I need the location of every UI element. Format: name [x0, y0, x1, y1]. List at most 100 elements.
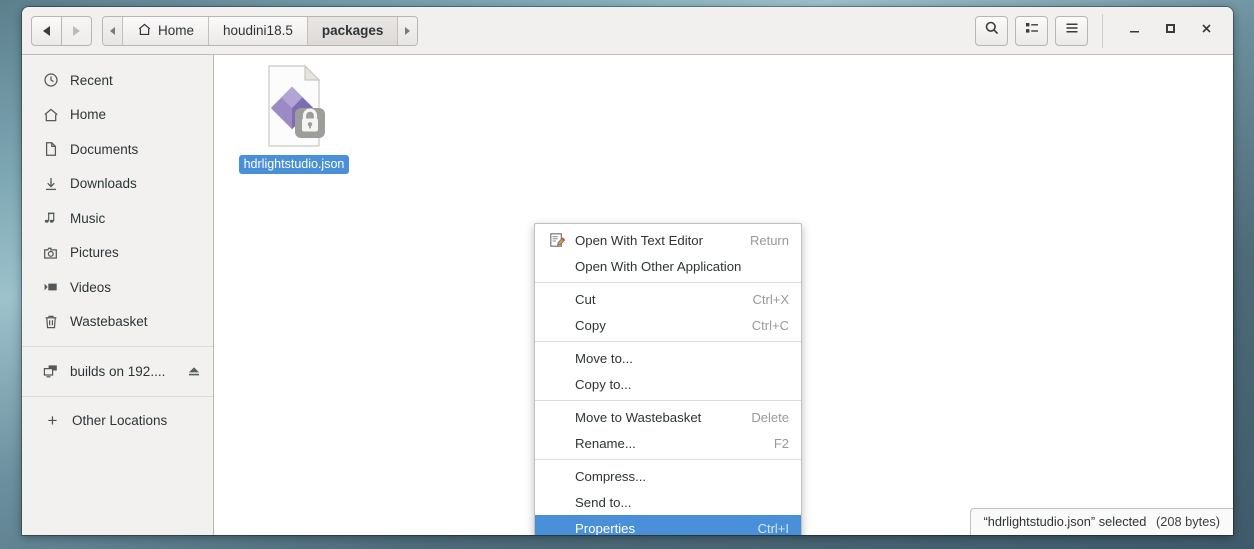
sidebar-item-videos[interactable]: Videos — [22, 270, 213, 305]
menu-item-properties[interactable]: Properties Ctrl+I — [535, 515, 801, 535]
menu-item-label: Open With Text Editor — [575, 232, 704, 248]
menu-item-accel: Ctrl+C — [751, 317, 789, 333]
breadcrumb-scroll-right[interactable] — [398, 16, 418, 45]
breadcrumb-label: Home — [158, 23, 195, 38]
camera-icon — [42, 244, 59, 261]
music-note-icon — [42, 210, 59, 227]
menu-item-label: Cut — [575, 291, 596, 307]
breadcrumb-item-home[interactable]: Home — [123, 16, 210, 45]
sidebar-item-other-locations[interactable]: + Other Locations — [22, 404, 213, 439]
menu-item-copy[interactable]: Copy Ctrl+C — [535, 312, 801, 338]
list-view-icon — [1024, 20, 1040, 41]
menu-item-rename[interactable]: Rename... F2 — [535, 430, 801, 456]
sidebar-item-music[interactable]: Music — [22, 201, 213, 236]
menu-item-send-to[interactable]: Send to... — [535, 489, 801, 515]
menu-item-label: Compress... — [575, 468, 647, 484]
breadcrumb-scroll-left[interactable] — [103, 16, 123, 45]
sidebar-item-label: Home — [70, 107, 107, 123]
window-body: Recent Home Documents Downloads Music Pi… — [22, 55, 1233, 535]
sidebar-item-label: Wastebasket — [70, 314, 148, 330]
file-manager-window: Home houdini18.5 packages Recent Home Do… — [22, 7, 1233, 535]
home-icon — [42, 106, 59, 123]
menu-item-move-to[interactable]: Move to... — [535, 345, 801, 371]
status-bar: “hdrlightstudio.json” selected (208 byte… — [969, 508, 1233, 535]
menu-item-open-with-text-editor[interactable]: Open With Text Editor Return — [535, 227, 801, 253]
hamburger-icon — [1064, 20, 1080, 41]
menu-item-accel: Ctrl+I — [757, 520, 789, 536]
maximize-button[interactable] — [1152, 14, 1188, 48]
plus-icon: + — [47, 410, 58, 430]
forward-button[interactable] — [61, 15, 92, 46]
sidebar-item-pictures[interactable]: Pictures — [22, 236, 213, 271]
close-button[interactable] — [1188, 14, 1224, 48]
menu-item-cut[interactable]: Cut Ctrl+X — [535, 286, 801, 312]
home-icon — [137, 22, 152, 40]
search-button[interactable] — [975, 15, 1008, 46]
menu-item-accel: Delete — [751, 409, 789, 425]
sidebar-item-home[interactable]: Home — [22, 98, 213, 133]
json-file-icon — [259, 63, 329, 149]
menu-item-label: Move to... — [575, 350, 633, 366]
menu-item-copy-to[interactable]: Copy to... — [535, 371, 801, 397]
sidebar-item-label: builds on 192.... — [70, 363, 166, 379]
search-icon — [984, 20, 1000, 41]
sidebar-item-wastebasket[interactable]: Wastebasket — [22, 305, 213, 340]
sidebar-item-label: Pictures — [70, 245, 119, 261]
menu-item-move-to-wastebasket[interactable]: Move to Wastebasket Delete — [535, 404, 801, 430]
sidebar-item-label: Recent — [70, 72, 113, 88]
sidebar-item-recent[interactable]: Recent — [22, 63, 213, 98]
breadcrumb-label: houdini18.5 — [223, 23, 293, 38]
clock-icon — [42, 72, 59, 89]
lock-icon — [295, 108, 325, 138]
close-icon — [1200, 22, 1213, 40]
breadcrumb-label: packages — [321, 23, 384, 38]
text-editor-icon — [547, 232, 567, 248]
minimize-icon — [1128, 22, 1141, 40]
file-view[interactable]: hdrlightstudio.json Open With Text Edito… — [214, 55, 1233, 535]
navigation-buttons — [31, 15, 92, 46]
file-item[interactable]: hdrlightstudio.json — [238, 63, 350, 174]
sidebar-item-downloads[interactable]: Downloads — [22, 167, 213, 202]
menu-item-label: Properties — [575, 520, 636, 536]
sidebar-item-documents[interactable]: Documents — [22, 132, 213, 167]
breadcrumb-item-houdini[interactable]: houdini18.5 — [209, 16, 308, 45]
menu-item-label: Copy — [575, 317, 606, 333]
eject-icon[interactable] — [187, 364, 201, 378]
chevron-right-icon — [73, 25, 80, 36]
window-controls — [1102, 13, 1224, 48]
status-size-text: (208 bytes) — [1155, 514, 1220, 529]
file-name-label: hdrlightstudio.json — [238, 155, 350, 174]
trash-icon — [42, 313, 59, 330]
sidebar-item-label: Downloads — [70, 176, 137, 192]
menu-item-compress[interactable]: Compress... — [535, 463, 801, 489]
sidebar: Recent Home Documents Downloads Music Pi… — [22, 55, 214, 535]
headerbar: Home houdini18.5 packages — [22, 7, 1233, 55]
view-options-button[interactable] — [1015, 15, 1048, 46]
breadcrumb: Home houdini18.5 packages — [102, 15, 419, 46]
menu-item-label: Open With Other Application — [575, 258, 742, 274]
chevron-left-icon — [43, 25, 50, 36]
headerbar-right — [968, 13, 1224, 48]
sidebar-item-label: Other Locations — [72, 413, 168, 429]
menu-item-label: Copy to... — [575, 376, 632, 392]
menu-separator — [535, 282, 801, 283]
triangle-left-icon — [110, 26, 115, 35]
menu-item-label: Rename... — [575, 435, 636, 451]
main-menu-button[interactable] — [1055, 15, 1088, 46]
sidebar-item-network-mount[interactable]: builds on 192.... — [22, 354, 213, 389]
back-button[interactable] — [31, 15, 62, 46]
menu-item-accel: Return — [749, 232, 789, 248]
maximize-icon — [1164, 22, 1177, 40]
sidebar-item-label: Documents — [70, 141, 139, 157]
menu-item-open-with-other-application[interactable]: Open With Other Application — [535, 253, 801, 279]
network-drive-icon — [42, 363, 59, 380]
breadcrumb-item-packages[interactable]: packages — [307, 16, 399, 45]
minimize-button[interactable] — [1116, 14, 1152, 48]
menu-item-accel: F2 — [773, 435, 789, 451]
triangle-right-icon — [405, 26, 411, 35]
menu-item-accel: Ctrl+X — [752, 291, 789, 307]
menu-separator — [535, 341, 801, 342]
sidebar-separator — [22, 395, 213, 397]
download-icon — [42, 175, 59, 192]
menu-item-label: Send to... — [575, 494, 632, 510]
